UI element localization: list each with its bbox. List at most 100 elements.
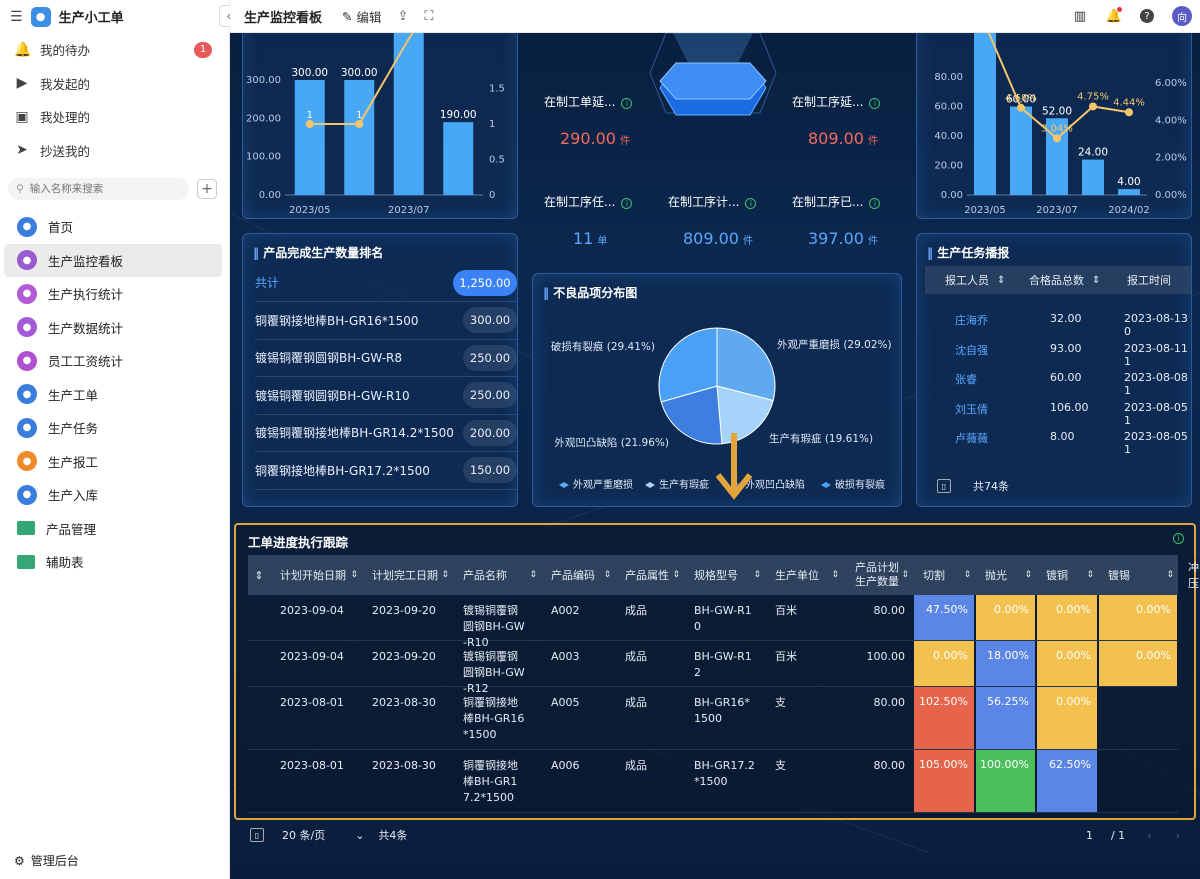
quick-item-0[interactable]: 🔔 我的待办 1	[0, 33, 229, 67]
column-header[interactable]: 规格型号 ⇕	[688, 555, 765, 595]
tasks-title: 生产任务播报	[927, 244, 1009, 261]
bar	[1082, 159, 1104, 195]
tasks-col-header[interactable]: 报工时间	[1127, 266, 1171, 294]
quick-item-label: 我处理的	[40, 110, 91, 126]
pie-legend-label: 外观凹凸缺陷	[745, 478, 805, 491]
tasks-cell: 2023-08-05 1	[1124, 400, 1188, 427]
cell-attr: 成品	[625, 696, 647, 709]
y-tick: 300.00	[246, 75, 281, 86]
sort-icon[interactable]: ⇕	[248, 555, 270, 595]
nav-item-8[interactable]: ● 生产入库	[4, 478, 222, 512]
kpi-label-0: 在制工单延... i	[544, 93, 633, 110]
cell-spec: BH-GW-R10	[694, 604, 752, 633]
ranking-name: 铜覆钢接地棒BH-GR17.2*1500	[255, 463, 430, 478]
info-icon[interactable]: i	[869, 198, 881, 209]
table-expand-icon[interactable]: ▯	[250, 828, 264, 842]
sort-icon: ⇕	[529, 570, 537, 580]
table-row[interactable]: 2023-08-01 2023-08-30 铜覆钢接地棒BH-GR17.2*1500…	[248, 750, 1178, 813]
search-row: ⚲ +	[0, 178, 229, 200]
page-size-select[interactable]: 20 条/页 ⌄	[282, 827, 364, 843]
nav-item-0[interactable]: ● 首页	[4, 210, 222, 244]
cell-spec: BH-GR17.2*1500	[694, 759, 755, 788]
hexagon-graphic	[649, 33, 777, 116]
cell-attr: 成品	[625, 604, 647, 617]
bar	[974, 33, 996, 195]
nav-item-4[interactable]: ● 员工工资统计	[4, 344, 222, 378]
tracking-title: 工单进度执行跟踪	[248, 535, 349, 550]
fullscreen-icon[interactable]: ⛶	[424, 9, 433, 24]
admin-link[interactable]: ⚙ 管理后台	[14, 852, 79, 869]
search-input[interactable]	[29, 183, 160, 195]
nav-item-3[interactable]: ● 生产数据统计	[4, 311, 222, 345]
notification-bell-icon[interactable]: 🔔	[1106, 7, 1122, 24]
line-point	[1125, 108, 1133, 117]
kpi-number: 397.00	[808, 229, 864, 248]
nav-item-5[interactable]: ● 生产工单	[4, 378, 222, 412]
tasks-cell: 106.00	[1050, 400, 1089, 414]
nav-item-6[interactable]: ● 生产任务	[4, 411, 222, 445]
line-point	[1017, 103, 1025, 112]
search-box[interactable]: ⚲	[8, 178, 189, 200]
pencil-icon: ✎	[342, 8, 353, 24]
nav-item-1[interactable]: ● 生产监控看板	[4, 243, 222, 277]
cell-attr: 成品	[625, 650, 647, 663]
column-header-label: 产品计划生产数量	[855, 561, 899, 588]
inbound-chart-panel: 0.00 100.00 200.00 300.00 0 0.5 1 1.5 300.00 300.…	[242, 33, 518, 235]
nav-item-label: 产品管理	[46, 521, 97, 537]
admin-label: 管理后台	[30, 854, 79, 868]
kpi-unit: 单	[597, 236, 608, 247]
column-header[interactable]: 产品计划生产数量 ⇕	[847, 555, 913, 595]
column-header[interactable]: 计划开始日期 ⇕	[274, 555, 362, 595]
prev-page-icon[interactable]: ‹	[1147, 829, 1151, 842]
info-icon[interactable]: i	[745, 198, 757, 209]
tracking-info-icon[interactable]: i	[1173, 533, 1184, 544]
quick-item-1[interactable]: ▶ 我发起的	[0, 67, 229, 101]
help-icon[interactable]: ?	[1140, 9, 1154, 23]
table-row[interactable]: 2023-08-01 2023-08-30 铜覆钢接地棒BH-GR16*1500 A0…	[248, 687, 1178, 750]
share-icon[interactable]: ⇪	[398, 9, 409, 24]
column-header[interactable]: 镀铜 ⇕	[1040, 555, 1098, 595]
tasks-cell: 2023-08-08 1	[1124, 371, 1188, 397]
column-header[interactable]: 切割 ⇕	[917, 555, 975, 595]
column-header[interactable]: 冲压	[1182, 555, 1199, 595]
tasks-expand-icon[interactable]: ▯	[937, 479, 951, 493]
progress-cell: 0.00%	[1037, 595, 1097, 640]
avatar[interactable]: 向	[1172, 6, 1192, 26]
ranking-panel: 产品完成生产数量排名 共计 1,250.00 铜覆钢接地棒BH-GR16*1500 3…	[242, 233, 518, 507]
table-row[interactable]: 2023-09-04 2023-09-20 镀锡铜覆钢圆钢BH-GW-R12 A003…	[248, 641, 1178, 695]
nav-item-10[interactable]: 辅助表	[4, 545, 222, 579]
column-header[interactable]: 计划完工日期 ⇕	[366, 555, 453, 595]
add-button[interactable]: +	[197, 179, 217, 199]
info-icon[interactable]: i	[621, 98, 633, 109]
nav-item-9[interactable]: 产品管理	[4, 512, 222, 546]
column-header[interactable]: 产品名称 ⇕	[457, 555, 541, 595]
x-tick: 2024/02	[1108, 205, 1150, 216]
edit-button[interactable]: ✎ 编辑	[342, 7, 382, 26]
quick-item-2[interactable]: ▣ 我处理的	[0, 100, 229, 134]
column-header[interactable]: 产品属性 ⇕	[619, 555, 684, 595]
info-icon[interactable]: i	[869, 98, 881, 109]
page-input[interactable]: 1	[1086, 829, 1093, 842]
tasks-cell: 刘玉倩	[955, 402, 988, 416]
tracking-table-header: ⇕ 计划开始日期 ⇕ 计划完工日期 ⇕ 产品名称 ⇕ 产品编码 ⇕ 产品属性 ⇕ 规格型号 ⇕ 生产单位 ⇕…	[248, 555, 1199, 595]
nav-item-2[interactable]: ● 生产执行统计	[4, 277, 222, 311]
column-header-label: 计划开始日期	[280, 569, 346, 582]
tasks-col-header[interactable]: 报工人员 ⇕	[945, 266, 1005, 294]
menu-icon[interactable]: ☰	[10, 9, 23, 25]
app-logo-icon: ●	[30, 6, 51, 27]
kpi-value-2: 11 单	[573, 229, 607, 248]
info-icon[interactable]: i	[621, 198, 633, 209]
column-header[interactable]: 抛光 ⇕	[979, 555, 1036, 595]
layout-icon[interactable]: ▥	[1072, 8, 1088, 24]
next-page-icon[interactable]: ›	[1176, 829, 1180, 842]
column-header[interactable]: 镀锡 ⇕	[1102, 555, 1178, 595]
kpi-label-1: 在制工序延... i	[792, 93, 881, 110]
table-row[interactable]: 2023-09-04 2023-09-20 镀锡铜覆钢圆钢BH-GW-R10 A002…	[248, 595, 1178, 649]
column-header[interactable]: 产品编码 ⇕	[545, 555, 615, 595]
column-header[interactable]: 生产单位 ⇕	[769, 555, 843, 595]
quick-item-3[interactable]: ➤ 抄送我的	[0, 134, 229, 168]
rate-label: 3.04%	[1041, 123, 1073, 134]
y-tick: 0.00	[259, 190, 281, 201]
tasks-col-header[interactable]: 合格品总数 ⇕	[1029, 266, 1100, 294]
nav-item-7[interactable]: ● 生产报工	[4, 445, 222, 479]
